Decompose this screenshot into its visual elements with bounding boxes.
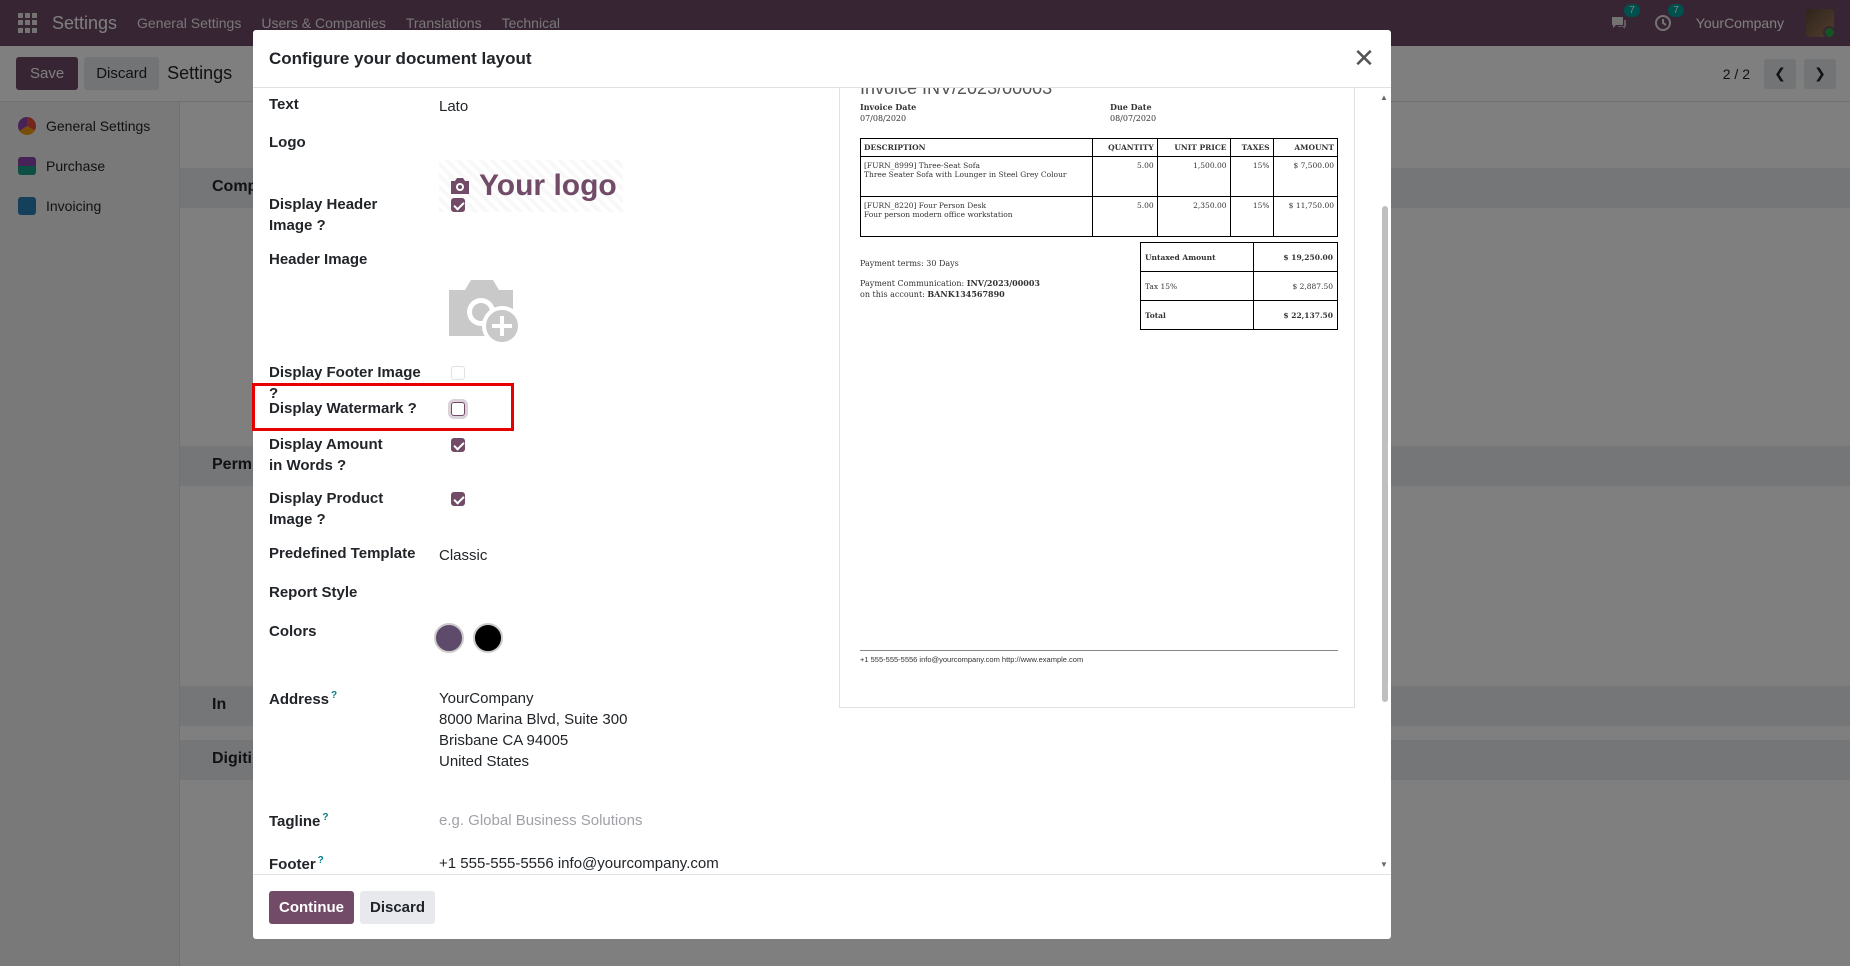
modal-header: Configure your document layout ✕ xyxy=(253,30,1391,88)
table-row: [FURN_8999] Three-Seat Sofa Three Seater … xyxy=(860,156,1339,197)
tagline-label: Tagline? xyxy=(269,812,329,830)
modal-title: Configure your document layout xyxy=(269,48,532,68)
display-amount-words-checkbox[interactable] xyxy=(451,438,465,452)
line-unit-price: 2,350.00 xyxy=(1156,196,1231,237)
watermark-highlight-box xyxy=(252,383,514,431)
text-label: Text xyxy=(269,96,299,113)
discard-button[interactable]: Discard xyxy=(360,890,436,924)
field-predefined-template: Predefined Template Classic xyxy=(269,543,849,573)
line-description: [FURN_8220] Four Person Desk Four person … xyxy=(860,196,1093,237)
field-display-header-image: Display Header Image ? xyxy=(269,194,849,238)
table-row: [FURN_8220] Four Person Desk Four person … xyxy=(860,196,1339,237)
display-header-image-label: Display Header Image ? xyxy=(269,196,378,234)
help-icon[interactable]: ? xyxy=(331,690,337,701)
field-display-amount-words: Display Amount in Words ? xyxy=(269,434,849,478)
field-text: Text Lato xyxy=(269,94,849,124)
scroll-down-icon[interactable]: ▼ xyxy=(1380,860,1388,869)
field-colors: Colors xyxy=(269,621,849,661)
line-description: [FURN_8999] Three-Seat Sofa Three Seater … xyxy=(860,156,1093,197)
display-product-image-checkbox[interactable] xyxy=(451,492,465,506)
scrollbar-thumb[interactable] xyxy=(1382,206,1388,702)
modal-scrollbar[interactable]: ▲ ▼ xyxy=(1377,88,1391,874)
field-header-image: Header Image xyxy=(269,249,849,349)
display-footer-image-checkbox[interactable] xyxy=(451,366,465,380)
line-quantity: 5.00 xyxy=(1092,196,1158,237)
address-line: 8000 Marina Blvd, Suite 300 xyxy=(439,711,628,728)
company-address: YourCompany 8000 Marina Blvd, Suite 300 … xyxy=(439,688,627,772)
field-tagline: Tagline? e.g. Global Business Solutions xyxy=(269,807,849,837)
document-preview: Invoice INV/2023/00003 Invoice Date 07/0… xyxy=(839,88,1391,874)
modal-body: Text Lato Logo Your logo Display Header … xyxy=(253,88,1391,874)
image-placeholder-add-icon[interactable] xyxy=(445,274,525,346)
column-header: AMOUNT xyxy=(1272,138,1339,157)
preview-payment-communication: Payment Communication: INV/2023/00003 xyxy=(860,278,1040,288)
preview-invoice-date-label: Invoice Date xyxy=(860,102,917,112)
continue-button[interactable]: Continue xyxy=(269,890,354,924)
field-footer: Footer? +1 555-555-5556 info@yourcompany… xyxy=(269,850,849,874)
invoice-preview-sheet: Invoice INV/2023/00003 Invoice Date 07/0… xyxy=(839,88,1355,708)
preview-due-date-label: Due Date xyxy=(1110,102,1152,112)
line-taxes: 15% xyxy=(1229,156,1274,197)
column-header: QUANTITY xyxy=(1092,138,1158,157)
close-icon[interactable]: ✕ xyxy=(1349,43,1379,74)
preview-payment-terms: Payment terms: 30 Days xyxy=(860,259,959,268)
column-header: DESCRIPTION xyxy=(860,138,1093,157)
secondary-color-swatch[interactable] xyxy=(473,623,503,653)
text-font-select[interactable]: Lato xyxy=(439,96,468,117)
line-taxes: 15% xyxy=(1229,196,1274,237)
preview-totals-table: Untaxed Amount $ 19,250.00 Tax 15% $ 2,887… xyxy=(1139,242,1338,330)
table-header-row: DESCRIPTION QUANTITY UNIT PRICE TAXES AM… xyxy=(860,138,1339,157)
preview-footer: +1 555-555-5556 info@yourcompany.com htt… xyxy=(860,655,1084,664)
footer-label: Footer? xyxy=(269,855,324,873)
address-label: Address? xyxy=(269,690,338,708)
preview-due-date: 08/07/2020 xyxy=(1110,114,1157,123)
totals-row: Untaxed Amount $ 19,250.00 xyxy=(1139,242,1338,272)
report-style-label: Report Style xyxy=(269,584,358,601)
logo-label: Logo xyxy=(269,134,306,151)
column-header: UNIT PRICE xyxy=(1156,138,1231,157)
address-line: Brisbane CA 94005 xyxy=(439,732,569,749)
totals-row: Total $ 22,137.50 xyxy=(1139,300,1338,330)
colors-label: Colors xyxy=(269,623,317,640)
preview-invoice-title: Invoice INV/2023/00003 xyxy=(860,88,1053,98)
address-line: YourCompany xyxy=(439,690,534,707)
predefined-template-label: Predefined Template xyxy=(269,545,416,562)
footer-input[interactable]: +1 555-555-5556 info@yourcompany.com xyxy=(439,853,719,874)
modal-footer: Continue Discard xyxy=(253,874,1391,939)
line-unit-price: 1,500.00 xyxy=(1156,156,1231,197)
line-amount: $ 11,750.00 xyxy=(1272,196,1339,237)
display-product-image-label: Display Product Image ? xyxy=(269,490,384,528)
predefined-template-select[interactable]: Classic xyxy=(439,545,487,566)
preview-footer-divider xyxy=(860,650,1338,651)
camera-icon xyxy=(451,178,469,194)
primary-color-swatch[interactable] xyxy=(434,623,464,653)
line-quantity: 5.00 xyxy=(1092,156,1158,197)
help-icon[interactable]: ? xyxy=(318,855,324,866)
preview-bank-account: on this account: BANK134567890 xyxy=(860,289,1005,299)
help-icon[interactable]: ? xyxy=(322,812,328,823)
field-report-style: Report Style xyxy=(269,582,849,612)
line-amount: $ 7,500.00 xyxy=(1272,156,1339,197)
document-layout-dialog: Configure your document layout ✕ Text La… xyxy=(253,30,1391,939)
column-header: TAXES xyxy=(1229,138,1274,157)
display-header-image-checkbox[interactable] xyxy=(451,198,465,212)
address-line: United States xyxy=(439,753,530,770)
preview-invoice-date: 07/08/2020 xyxy=(860,114,907,123)
preview-lines-table: DESCRIPTION QUANTITY UNIT PRICE TAXES AM… xyxy=(860,138,1339,237)
scroll-up-icon[interactable]: ▲ xyxy=(1380,93,1388,102)
field-display-product-image: Display Product Image ? xyxy=(269,488,849,532)
header-image-label: Header Image xyxy=(269,251,368,268)
totals-row: Tax 15% $ 2,887.50 xyxy=(1139,271,1338,301)
display-amount-words-label: Display Amount in Words ? xyxy=(269,436,383,474)
tagline-input[interactable]: e.g. Global Business Solutions xyxy=(439,810,642,831)
